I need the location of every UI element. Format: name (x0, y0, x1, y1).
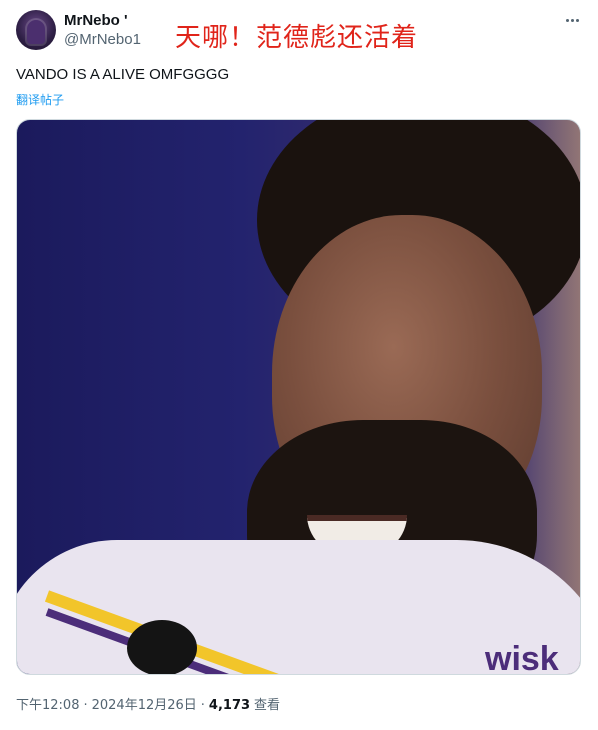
tweet-media-image[interactable]: wisk (16, 119, 581, 675)
media-jersey-patch (127, 620, 197, 674)
separator: · (83, 698, 88, 713)
author-avatar[interactable] (16, 10, 56, 50)
overlay-caption: 天哪！范德彪还活着 (175, 23, 419, 53)
media-jersey-logo: wisk (485, 640, 559, 675)
tweet-text: VANDO IS A ALIVE OMFGGGG (16, 66, 230, 83)
views-count: 4,173 (208, 698, 251, 713)
dot (575, 18, 579, 22)
dot (565, 18, 569, 22)
dot (570, 18, 574, 22)
author-name[interactable]: MrNebo ' (64, 12, 128, 29)
tweet-time[interactable]: 下午12:08 (16, 698, 79, 713)
views-label: 查看 (254, 698, 281, 713)
tweet-date[interactable]: 2024年12月26日 (92, 698, 197, 713)
translate-post-link[interactable]: 翻译帖子 (16, 91, 64, 108)
tweet-timestamp: 下午12:08 · 2024年12月26日 · 4,173 查看 (16, 694, 280, 713)
separator: · (200, 698, 205, 713)
more-horizontal-icon[interactable] (560, 8, 584, 32)
author-handle[interactable]: @MrNebo1 (64, 31, 141, 48)
